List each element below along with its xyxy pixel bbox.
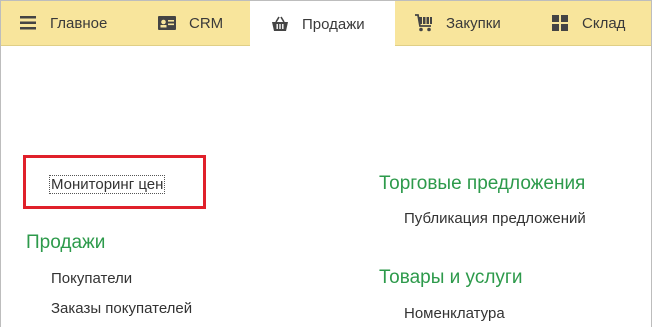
tab-warehouse[interactable]: Склад	[550, 1, 650, 45]
tab-main[interactable]: Главное	[1, 1, 164, 45]
tab-purchases[interactable]: Закупки	[414, 1, 534, 45]
tab-label: Закупки	[446, 14, 501, 32]
customer-orders-link[interactable]: Заказы покупателей	[51, 300, 192, 317]
grid-blocks-icon	[550, 13, 570, 33]
price-monitoring-link[interactable]: Мониторинг цен	[49, 175, 166, 194]
tab-sales[interactable]: Продажи	[250, 1, 395, 47]
hamburger-menu-icon	[18, 13, 38, 33]
publish-offers-link[interactable]: Публикация предложений	[404, 210, 586, 227]
section-title-trade-offers: Торговые предложения	[379, 173, 586, 194]
tab-label: Главное	[50, 14, 108, 32]
customers-link[interactable]: Покупатели	[51, 270, 132, 287]
contact-card-icon	[157, 13, 177, 33]
shopping-basket-icon	[270, 14, 290, 34]
section-title-sales: Продажи	[26, 232, 106, 253]
sales-section-panel: Мониторинг цен Продажи Покупатели Заказы…	[1, 46, 651, 327]
tab-crm[interactable]: CRM	[157, 1, 249, 45]
shopping-cart-icon	[414, 13, 434, 33]
tab-label: Склад	[582, 14, 626, 32]
nomenclature-link[interactable]: Номенклатура	[404, 305, 505, 322]
tab-label: Продажи	[302, 15, 365, 33]
top-menu-bar: Главное CRM Продажи Закупки Склад	[1, 1, 651, 47]
tab-label: CRM	[189, 14, 224, 32]
section-title-goods-services: Товары и услуги	[379, 267, 523, 288]
